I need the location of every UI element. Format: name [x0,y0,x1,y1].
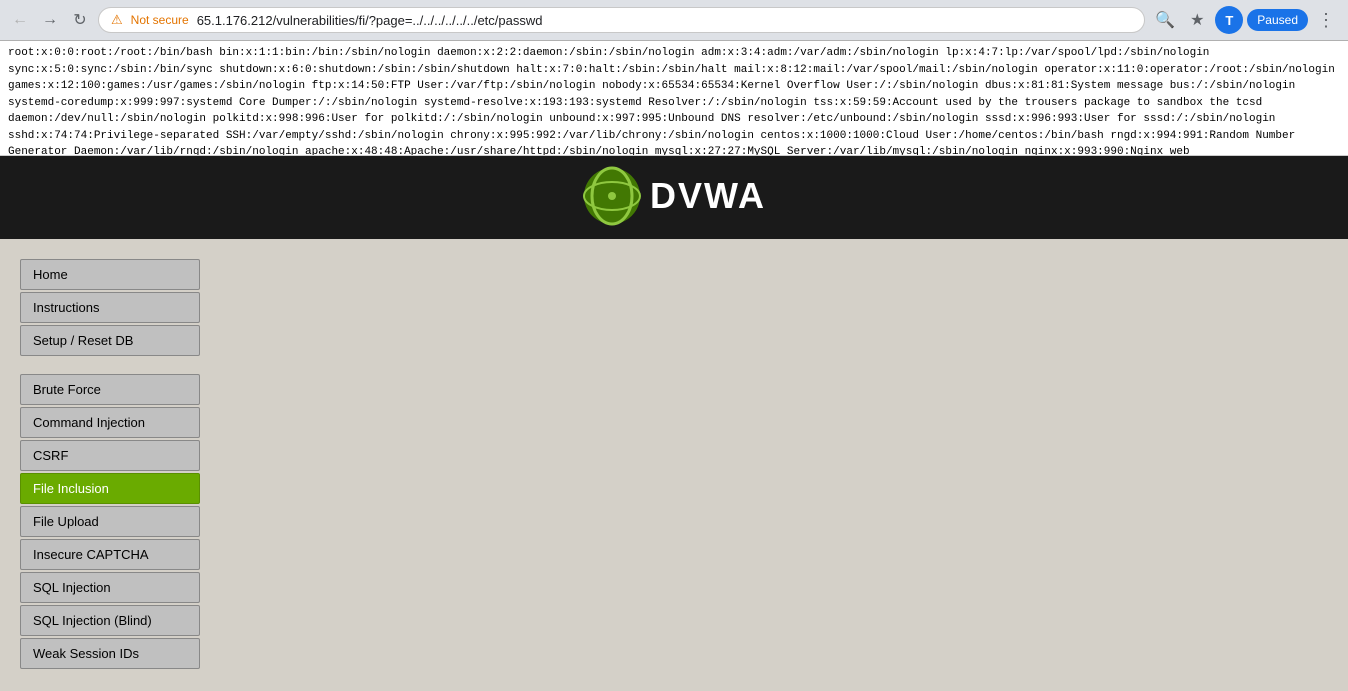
paused-button[interactable]: Paused [1247,9,1308,31]
paused-label: Paused [1257,13,1298,27]
profile-button[interactable]: T [1215,6,1243,34]
sidebar-item-file-upload[interactable]: File Upload [20,506,200,537]
sidebar-item-sql-injection-blind[interactable]: SQL Injection (Blind) [20,605,200,636]
sidebar-main-items: Brute Force Command Injection CSRF File … [20,374,210,669]
sidebar-item-csrf[interactable]: CSRF [20,440,200,471]
dvwa-header: DVWA [0,156,1348,239]
sidebar-separator [20,358,210,374]
back-button[interactable]: ← [8,8,32,32]
dvwa-logo: DVWA [582,166,766,226]
sidebar-item-brute-force[interactable]: Brute Force [20,374,200,405]
security-warning-icon: ⚠ [111,12,123,28]
sidebar-item-command-injection[interactable]: Command Injection [20,407,200,438]
menu-button[interactable]: ⋮ [1312,6,1340,34]
forward-button[interactable]: → [38,8,62,32]
sidebar-item-instructions[interactable]: Instructions [20,292,200,323]
passwd-text: root:x:0:0:root:/root:/bin/bash bin:x:1:… [8,47,1335,156]
bookmark-button[interactable]: ★ [1183,6,1211,34]
address-bar: ⚠ Not secure 65.1.176.212/vulnerabilitie… [98,7,1145,33]
sidebar-item-home[interactable]: Home [20,259,200,290]
dvwa-logo-icon [582,166,642,226]
main-content [210,259,1328,671]
toolbar-icons: 🔍 ★ T Paused ⋮ [1151,6,1340,34]
sidebar-item-insecure-captcha[interactable]: Insecure CAPTCHA [20,539,200,570]
sidebar-top-items: Home Instructions Setup / Reset DB [20,259,210,356]
sidebar-item-weak-session-ids[interactable]: Weak Session IDs [20,638,200,669]
browser-toolbar: ← → ↻ ⚠ Not secure 65.1.176.212/vulnerab… [0,0,1348,40]
dvwa-app: DVWA Home Instructions Setup / Reset DB [0,156,1348,691]
address-text[interactable]: 65.1.176.212/vulnerabilities/fi/?page=..… [197,13,1133,28]
reload-button[interactable]: ↻ [68,8,92,32]
sidebar-item-sql-injection[interactable]: SQL Injection [20,572,200,603]
browser-chrome: ← → ↻ ⚠ Not secure 65.1.176.212/vulnerab… [0,0,1348,41]
sidebar: Home Instructions Setup / Reset DB Brute… [20,259,210,671]
sidebar-item-file-inclusion[interactable]: File Inclusion [20,473,200,504]
dvwa-body: Home Instructions Setup / Reset DB Brute… [0,239,1348,691]
search-button[interactable]: 🔍 [1151,6,1179,34]
sidebar-item-setup-reset-db[interactable]: Setup / Reset DB [20,325,200,356]
passwd-content: root:x:0:0:root:/root:/bin/bash bin:x:1:… [0,41,1348,156]
dvwa-logo-text: DVWA [650,175,766,217]
security-warning-text: Not secure [131,13,189,27]
